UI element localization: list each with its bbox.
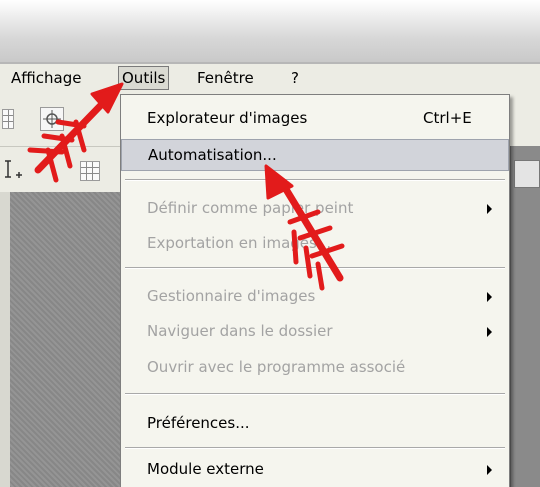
grid-icon[interactable] [2, 109, 14, 129]
right-panel-button[interactable] [514, 160, 540, 188]
left-panel [0, 192, 10, 487]
menu-item-label: Automatisation... [148, 146, 277, 164]
menu-outils[interactable]: Outils [118, 66, 170, 90]
menu-help[interactable]: ? [288, 67, 302, 89]
menu-separator [125, 267, 505, 269]
menu-separator [125, 447, 505, 449]
menu-item-label: Explorateur d'images [147, 109, 308, 127]
table-grid-icon[interactable] [80, 161, 100, 181]
menu-item-preferences[interactable]: Préférences... [121, 408, 509, 438]
menu-fenetre[interactable]: Fenêtre [194, 67, 257, 89]
menu-item-label: Naviguer dans le dossier [147, 322, 333, 340]
menu-item-shortcut: Ctrl+E [423, 109, 472, 127]
submenu-arrow-icon [487, 327, 492, 337]
menu-item-ouvrir-avec: Ouvrir avec le programme associé [121, 352, 509, 382]
menu-item-naviguer: Naviguer dans le dossier [121, 316, 509, 346]
menu-item-label: Définir comme papier peint [147, 199, 354, 217]
submenu-arrow-icon [487, 465, 492, 475]
text-insert-icon[interactable] [4, 159, 44, 183]
menu-item-label: Module externe [147, 460, 264, 478]
screenshot-frame: Affichage Outils Fenêtre ? Explorateur d… [0, 0, 540, 487]
menu-item-exportation: Exportation en images... [121, 228, 509, 258]
menu-item-module-externe[interactable]: Module externe [121, 454, 509, 484]
title-bar [0, 0, 540, 62]
image-settings-icon[interactable] [40, 107, 64, 131]
menu-item-label: Exportation en images... [147, 234, 332, 252]
menu-item-label: Préférences... [147, 414, 250, 432]
outils-dropdown-menu: Explorateur d'images Ctrl+E Automatisati… [120, 94, 510, 487]
menu-separator [125, 393, 505, 395]
submenu-arrow-icon [487, 292, 492, 302]
menu-bar: Affichage Outils Fenêtre ? [0, 64, 540, 92]
menu-item-explorateur[interactable]: Explorateur d'images Ctrl+E [121, 103, 509, 133]
menu-affichage[interactable]: Affichage [8, 67, 84, 89]
right-panel [510, 146, 540, 487]
menu-item-papier-peint: Définir comme papier peint [121, 193, 509, 223]
submenu-arrow-icon [487, 204, 492, 214]
menu-separator [125, 179, 505, 181]
menu-item-label: Ouvrir avec le programme associé [147, 358, 406, 376]
menu-item-label: Gestionnaire d'images [147, 287, 316, 305]
menu-item-gestionnaire: Gestionnaire d'images [121, 281, 509, 311]
menu-item-automatisation[interactable]: Automatisation... [121, 139, 509, 171]
image-settings-glyph [43, 110, 61, 128]
